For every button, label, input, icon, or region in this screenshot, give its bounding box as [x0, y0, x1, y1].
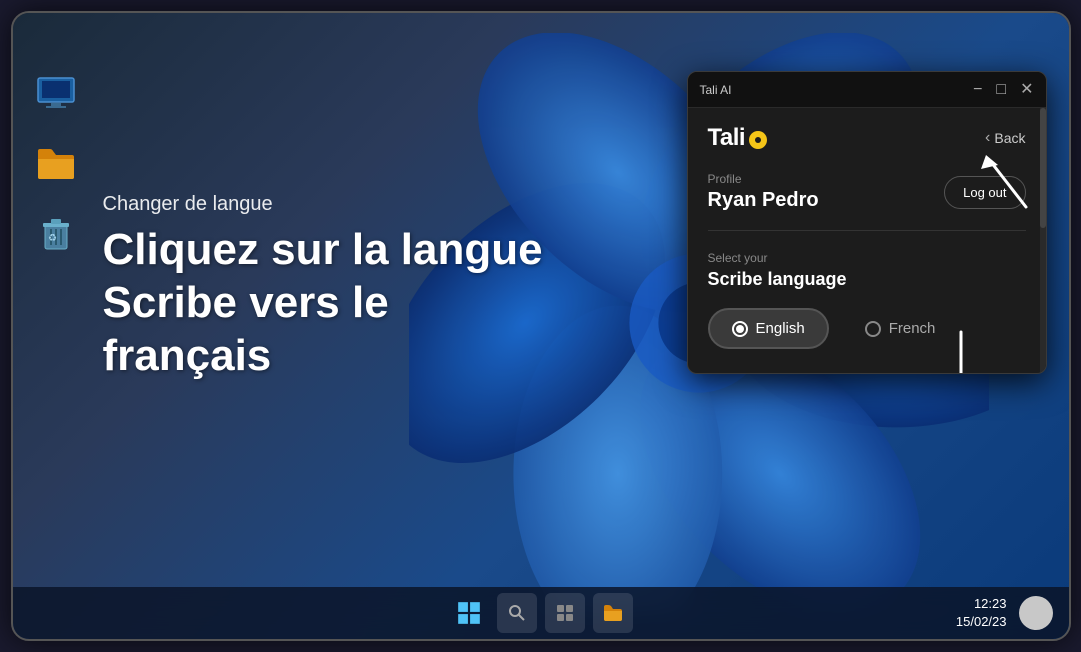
taskbar: 12:23 15/02/23 [13, 587, 1069, 639]
desktop-text: Changer de langue Cliquez sur la langue … [103, 193, 543, 382]
desktop-subtitle: Changer de langue [103, 193, 543, 216]
french-language-option[interactable]: French [841, 308, 960, 349]
desktop-title: Cliquez sur la langue Scribe vers le fra… [103, 224, 543, 382]
file-explorer-icon [603, 604, 623, 622]
profile-info: Profile Ryan Pedro [708, 172, 819, 212]
profile-label: Profile [708, 172, 819, 186]
minimize-button[interactable]: − [973, 82, 982, 98]
taskbar-date-display: 15/02/23 [956, 613, 1007, 631]
search-taskbar-button[interactable] [497, 593, 537, 633]
recycle-bin-desktop-icon[interactable]: ♻ [35, 213, 77, 255]
folder-desktop-icon[interactable] [35, 143, 77, 185]
desktop: ♻ Changer de langue Cliquez sur la langu… [13, 13, 1069, 639]
taskbar-center [449, 593, 633, 633]
taskbar-clock: 12:23 15/02/23 [956, 595, 1007, 631]
scrollbar-thumb[interactable] [1040, 108, 1046, 228]
taskbar-time-display: 12:23 [956, 595, 1007, 613]
maximize-button[interactable]: □ [996, 82, 1006, 98]
tali-header: Tali ‹ Back [708, 124, 1026, 152]
windows-icon [456, 600, 482, 626]
taskbar-right: 12:23 15/02/23 [956, 595, 1053, 631]
screen-wrapper: ♻ Changer de langue Cliquez sur la langu… [11, 11, 1071, 641]
profile-name: Ryan Pedro [708, 189, 819, 212]
file-explorer-button[interactable] [593, 593, 633, 633]
language-select-label: Select your [708, 251, 1026, 265]
monitor-desktop-icon[interactable] [35, 73, 77, 115]
task-view-icon [556, 604, 574, 622]
back-label: Back [994, 130, 1025, 146]
scrollbar[interactable] [1040, 108, 1046, 373]
close-button[interactable]: ✕ [1020, 82, 1033, 98]
window-controls: − □ ✕ [973, 82, 1033, 98]
profile-section: Profile Ryan Pedro Log out [708, 172, 1026, 231]
tali-window-title: Tali AI [700, 83, 732, 97]
start-button[interactable] [449, 593, 489, 633]
tali-window: Tali AI − □ ✕ Tali [687, 71, 1047, 374]
english-radio-dot [736, 325, 744, 333]
logout-button[interactable]: Log out [944, 176, 1025, 209]
tali-titlebar: Tali AI − □ ✕ [688, 72, 1046, 108]
task-view-button[interactable] [545, 593, 585, 633]
desktop-icons: ♻ [35, 73, 77, 255]
english-radio [732, 321, 748, 337]
taskbar-avatar[interactable] [1019, 596, 1053, 630]
language-section: Select your Scribe language English [708, 251, 1026, 349]
svg-text:♻: ♻ [48, 233, 57, 244]
language-options: English French [708, 308, 1026, 349]
french-label: French [889, 320, 936, 337]
tali-logo: Tali [708, 124, 768, 152]
search-icon [508, 604, 526, 622]
tali-logo-dot [749, 131, 767, 149]
back-button[interactable]: ‹ Back [985, 129, 1025, 147]
tali-logo-text: Tali [708, 124, 746, 152]
french-radio [865, 321, 881, 337]
tali-content: Tali ‹ Back Profile Ryan Pedro [688, 108, 1046, 373]
back-chevron-icon: ‹ [985, 129, 990, 147]
language-section-title: Scribe language [708, 269, 1026, 290]
english-label: English [756, 320, 805, 337]
english-language-option[interactable]: English [708, 308, 829, 349]
